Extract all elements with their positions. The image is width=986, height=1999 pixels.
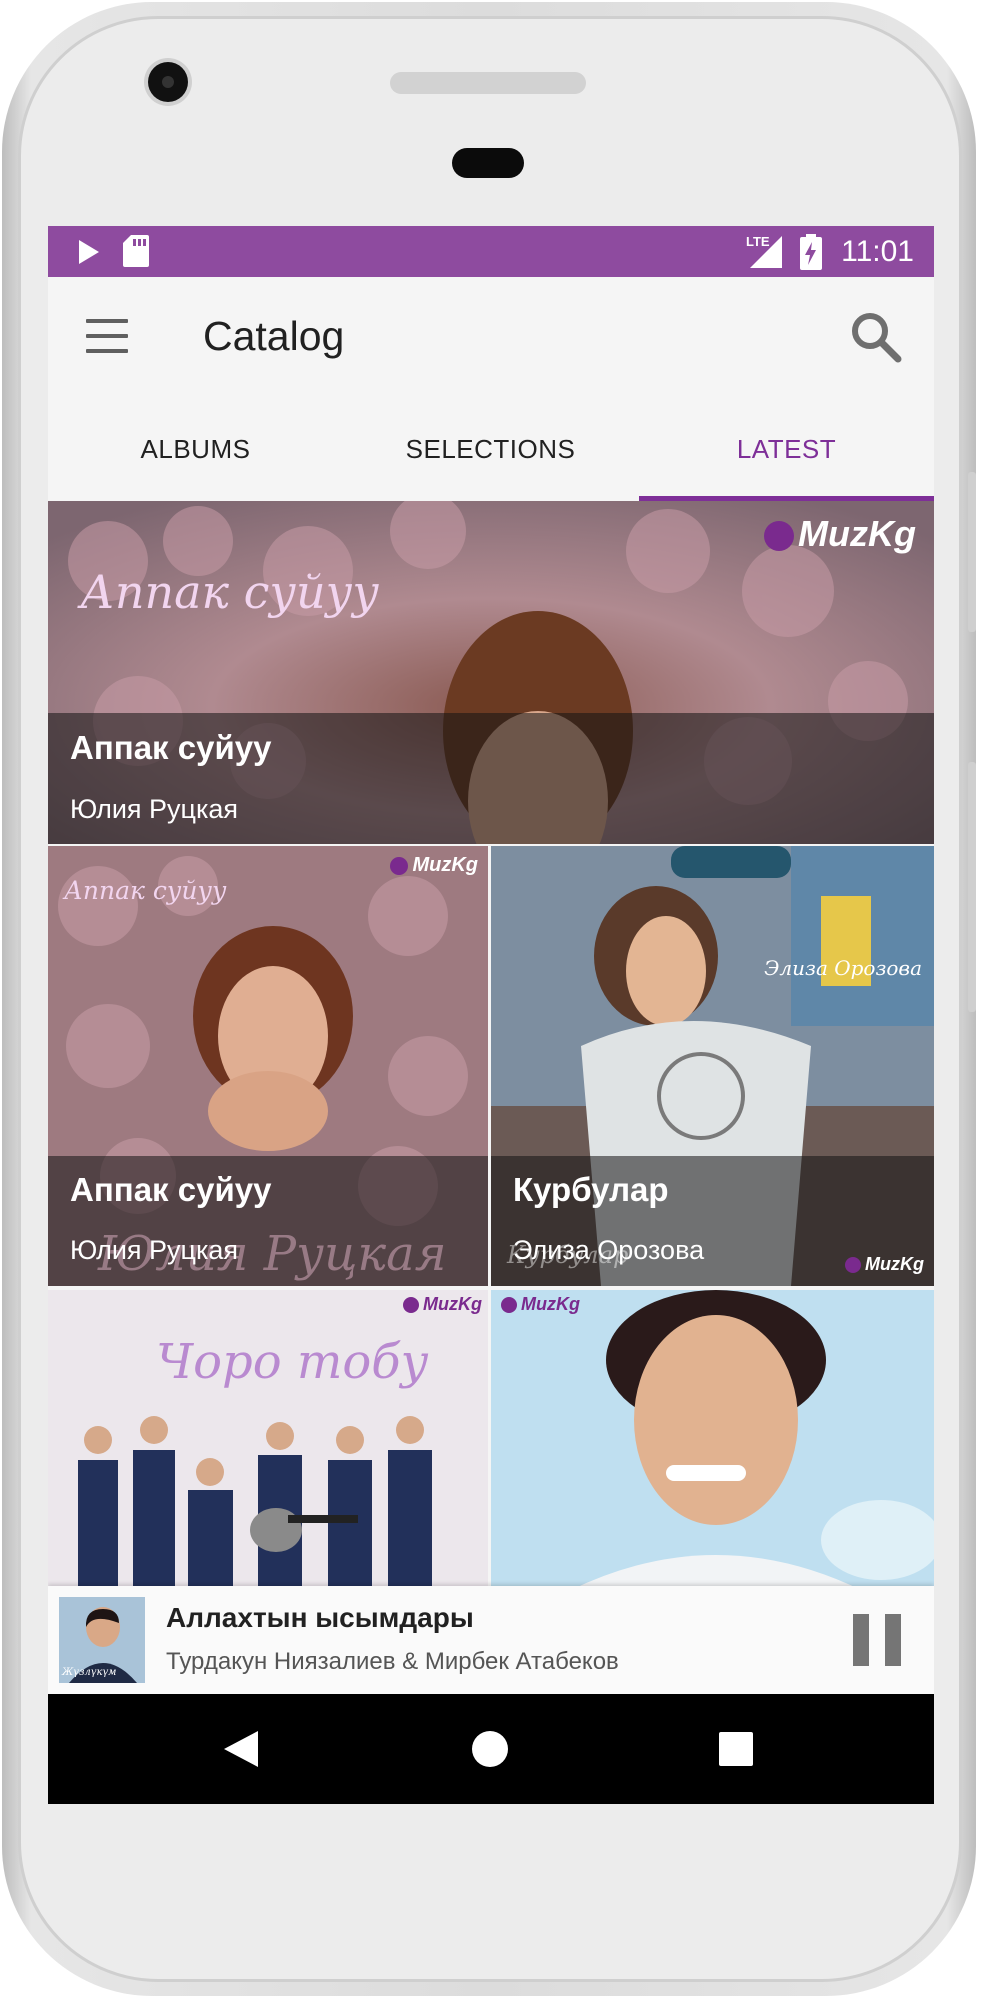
- front-camera: [148, 62, 188, 102]
- muzkg-logo-icon: [845, 1257, 862, 1274]
- album-card[interactable]: MuzKg: [491, 1290, 934, 1590]
- tab-selections[interactable]: SELECTIONS: [343, 397, 638, 501]
- cover-script-text: Аппак суйуу: [64, 876, 227, 905]
- search-icon[interactable]: [848, 309, 904, 365]
- pause-icon[interactable]: [853, 1614, 901, 1666]
- navigation-bar: [48, 1694, 934, 1804]
- status-time: 11:01: [841, 235, 914, 268]
- album-artist: Элиза Орозова: [513, 1235, 705, 1265]
- cover-script-text: Чоро тобу: [156, 1334, 429, 1390]
- back-icon[interactable]: [224, 1731, 258, 1767]
- now-playing-title: Аллахтын ысымдары: [166, 1602, 474, 1633]
- status-bar: LTE 11:01: [48, 226, 934, 277]
- mini-player[interactable]: Жүзлүкүм Аллахтын ысымдары Турдакун Нияз…: [48, 1586, 934, 1694]
- muzkg-watermark: MuzKg: [390, 854, 478, 877]
- sd-card-icon: [123, 235, 149, 267]
- cover-script-text: Элиза Орозова: [764, 956, 922, 980]
- speaker-grille: [390, 72, 586, 94]
- muzkg-watermark: MuzKg: [845, 1254, 924, 1275]
- muzkg-watermark: MuzKg: [501, 1294, 580, 1315]
- tab-albums[interactable]: ALBUMS: [48, 397, 343, 501]
- hamburger-menu-icon[interactable]: [86, 319, 128, 353]
- thumbnail-script-text: Жүзлүкүм: [62, 1667, 117, 1678]
- tab-latest[interactable]: LATEST: [639, 397, 934, 501]
- app-bar: Catalog: [48, 277, 934, 397]
- muzkg-watermark: MuzKg: [764, 513, 916, 555]
- recents-icon[interactable]: [719, 1732, 753, 1766]
- muzkg-watermark: MuzKg: [403, 1294, 482, 1315]
- volume-button: [968, 472, 976, 632]
- album-title: Аппак суйуу: [70, 729, 272, 766]
- album-title: Аппак суйуу: [70, 1171, 272, 1208]
- muzkg-logo-icon: [390, 856, 409, 875]
- album-card[interactable]: Элиза Орозова Курбулар MuzKg Курбулар Эл…: [491, 846, 934, 1286]
- album-card[interactable]: Чоро тобу MuzKg: [48, 1290, 488, 1590]
- lte-signal-icon: LTE: [746, 234, 782, 268]
- muzkg-logo-icon: [501, 1297, 517, 1314]
- home-icon[interactable]: [471, 1730, 509, 1768]
- tab-bar: ALBUMS SELECTIONS LATEST: [48, 397, 934, 501]
- battery-charging-icon: [800, 234, 822, 270]
- device-screen: LTE 11:01 Catalog ALBUMS SELECTIONS LATE…: [48, 226, 934, 1804]
- power-button: [968, 762, 976, 1012]
- play-icon: [79, 240, 99, 264]
- muzkg-logo-icon: [403, 1297, 420, 1314]
- album-artist: Юлия Руцкая: [70, 794, 239, 824]
- featured-album-card[interactable]: Аппак суйуу MuzKg Аппак суйуу Юлия Руцка…: [48, 501, 934, 844]
- earpiece-sensor: [452, 148, 524, 178]
- cover-script-text: Аппак суйуу: [80, 565, 380, 619]
- svg-text:LTE: LTE: [746, 234, 770, 249]
- album-card[interactable]: Аппак суйуу MuzKg Юлия Руцкая Аппак суйу…: [48, 846, 488, 1286]
- album-artist: Юлия Руцкая: [70, 1235, 239, 1265]
- now-playing-artist: Турдакун Ниязалиев & Мирбек Атабеков: [166, 1648, 619, 1675]
- page-title: Catalog: [203, 313, 345, 359]
- album-cover-image: [491, 1290, 934, 1590]
- now-playing-thumbnail: Жүзлүкүм: [59, 1597, 145, 1683]
- album-title: Курбулар: [513, 1171, 669, 1208]
- muzkg-logo-icon: [764, 521, 795, 552]
